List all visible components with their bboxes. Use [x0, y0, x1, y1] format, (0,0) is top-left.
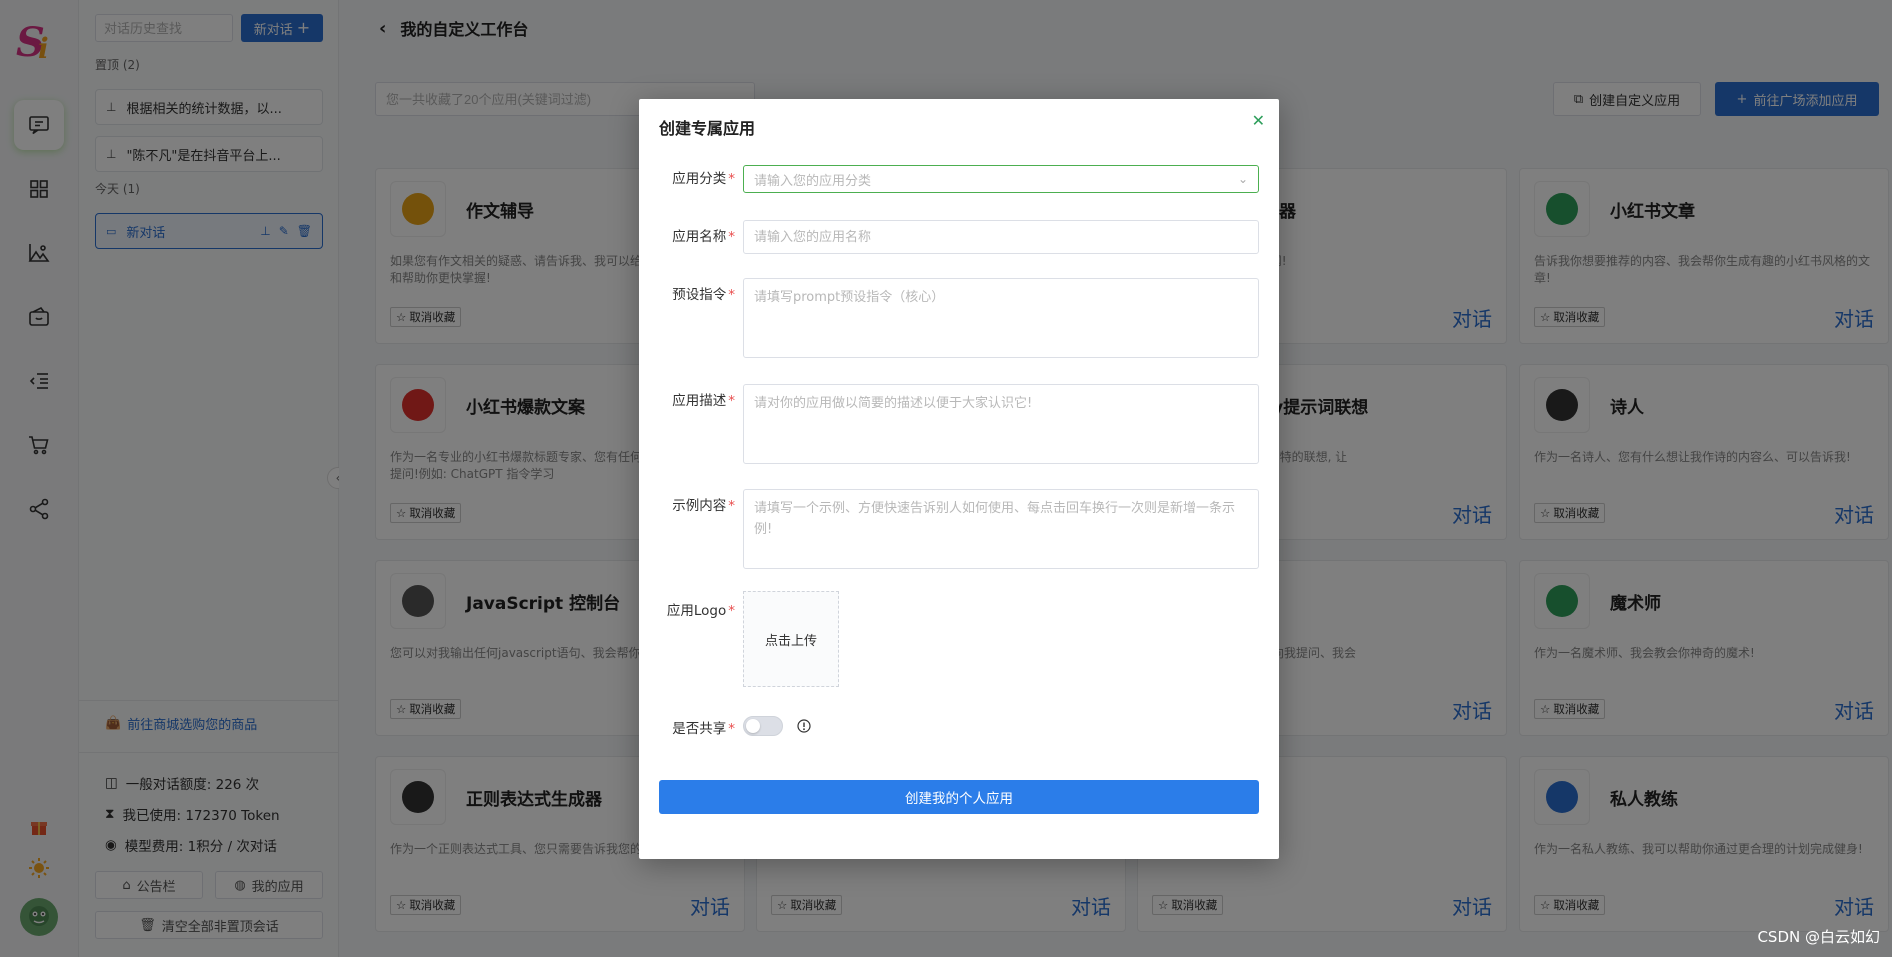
app-name-input[interactable] — [743, 220, 1259, 254]
prompt-textarea[interactable] — [743, 278, 1259, 358]
example-textarea[interactable] — [743, 489, 1259, 569]
required-mark: * — [728, 287, 735, 303]
toggle-knob — [746, 719, 760, 733]
desc-label: 应用描述 * — [639, 389, 735, 409]
chevron-down-icon: ⌄ — [1237, 172, 1248, 186]
required-mark: * — [728, 393, 735, 409]
required-mark: * — [728, 498, 735, 514]
prompt-label-text: 预设指令 — [672, 287, 727, 303]
create-app-submit-button[interactable]: 创建我的个人应用 — [659, 780, 1259, 814]
share-toggle[interactable] — [743, 716, 783, 736]
required-mark: * — [728, 229, 735, 245]
description-textarea[interactable] — [743, 384, 1259, 464]
create-app-modal: 创建专属应用 ✕ 应用分类* 请输入您的应用分类 ⌄ 应用名称* 预设指令* 应… — [639, 99, 1279, 859]
name-label: 应用名称 * — [639, 225, 735, 245]
required-mark: * — [728, 721, 735, 737]
close-icon[interactable]: ✕ — [1252, 111, 1265, 130]
modal-title: 创建专属应用 — [659, 119, 756, 138]
share-label-text: 是否共享 — [672, 721, 727, 737]
category-label: 应用分类 * — [639, 167, 735, 187]
logo-label: 应用Logo * — [639, 599, 735, 619]
example-label-text: 示例内容 — [672, 498, 727, 514]
category-placeholder: 请输入您的应用分类 — [754, 173, 872, 189]
required-mark: * — [728, 171, 735, 187]
logo-upload[interactable]: 点击上传 — [743, 591, 839, 687]
category-select[interactable]: 请输入您的应用分类 ⌄ — [743, 165, 1259, 193]
desc-label-text: 应用描述 — [672, 393, 727, 409]
prompt-label: 预设指令 * — [639, 283, 735, 303]
logo-label-text: 应用Logo — [666, 603, 727, 619]
upload-label: 点击上传 — [764, 633, 817, 649]
watermark: CSDN @白云如幻 — [1757, 928, 1880, 946]
required-mark: * — [728, 603, 735, 619]
example-label: 示例内容 * — [639, 494, 735, 514]
info-icon[interactable] — [797, 719, 811, 733]
name-label-text: 应用名称 — [672, 229, 727, 245]
category-label-text: 应用分类 — [672, 171, 727, 187]
share-label: 是否共享 * — [639, 717, 735, 737]
